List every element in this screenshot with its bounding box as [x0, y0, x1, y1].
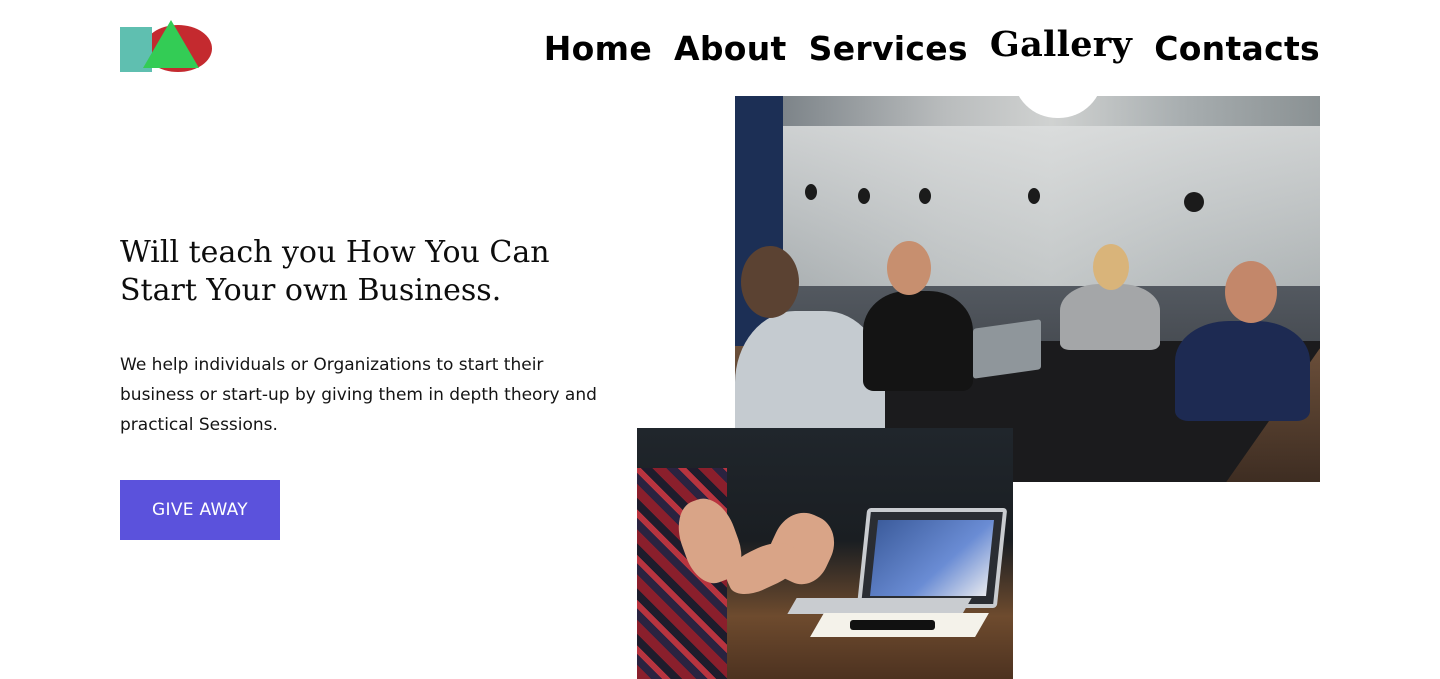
laptop-photo: [637, 428, 1013, 679]
logo[interactable]: [120, 20, 214, 74]
main-nav: Home About Services Gallery Contacts: [544, 24, 1320, 69]
meeting-photo: [735, 96, 1320, 482]
give-away-button[interactable]: GIVE AWAY: [120, 480, 280, 540]
logo-triangle-icon: [143, 20, 199, 68]
nav-about-link[interactable]: About: [674, 29, 787, 68]
hero-title: Will teach you How You Can Start Your ow…: [120, 235, 550, 308]
nav-gallery-link[interactable]: Gallery: [990, 24, 1132, 65]
hero-description: We help individuals or Organizations to …: [120, 355, 597, 435]
nav-home-link[interactable]: Home: [544, 29, 652, 68]
nav-contacts-link[interactable]: Contacts: [1154, 29, 1320, 68]
nav-services-link[interactable]: Services: [809, 29, 968, 68]
